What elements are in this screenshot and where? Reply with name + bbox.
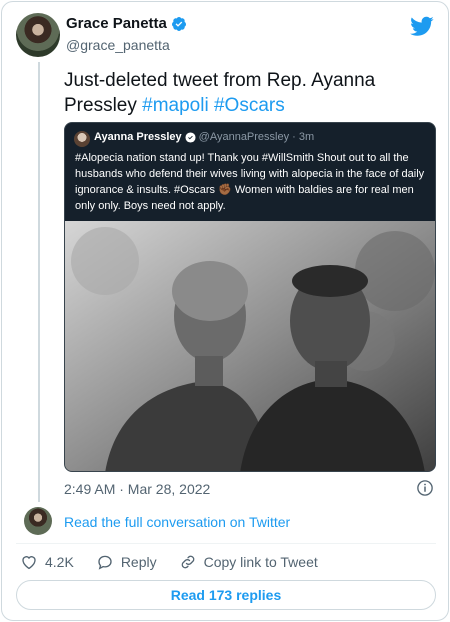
author-name-row: Grace Panetta <box>66 15 187 32</box>
copy-link-button[interactable]: Copy link to Tweet <box>179 553 318 571</box>
reply-bubble-icon <box>98 555 112 570</box>
couple-photo-illustration <box>65 221 435 471</box>
thread-line <box>38 62 40 502</box>
quoted-time: · 3m <box>292 131 315 143</box>
hashtag-oscars[interactable]: #Oscars <box>214 95 285 116</box>
quoted-photo <box>65 221 435 471</box>
quoted-tweet[interactable]: Ayanna Pressley @AyannaPressley · 3m #Al… <box>64 122 436 472</box>
info-icon[interactable] <box>416 479 434 497</box>
tweet-text: Just-deleted tweet from Rep. Ayanna Pres… <box>64 68 434 118</box>
author-display-name[interactable]: Grace Panetta <box>66 15 167 32</box>
read-full-conversation-link[interactable]: Read the full conversation on Twitter <box>64 514 290 530</box>
quoted-verified-icon <box>185 131 196 143</box>
quoted-author-handle: @AyannaPressley <box>198 131 290 143</box>
verified-badge-icon <box>171 16 186 31</box>
read-replies-button[interactable]: Read 173 replies <box>16 580 436 610</box>
quoted-header: Ayanna Pressley @AyannaPressley · 3m <box>94 131 314 143</box>
action-bar: 4.2K Reply Copy link to Tweet <box>20 553 340 571</box>
link-icon <box>181 555 194 569</box>
like-button[interactable]: 4.2K <box>20 553 74 571</box>
quoted-text: #Alopecia nation stand up! Thank you #Wi… <box>75 152 425 212</box>
tweet-card: Grace Panetta @grace_panetta Just-delete… <box>1 1 449 621</box>
twitter-bird-icon[interactable] <box>410 14 434 38</box>
reply-button[interactable]: Reply <box>96 553 157 571</box>
divider <box>16 543 436 544</box>
author-avatar[interactable] <box>16 13 60 57</box>
reply-label: Reply <box>120 554 157 570</box>
author-handle[interactable]: @grace_panetta <box>66 37 170 53</box>
copy-link-label: Copy link to Tweet <box>203 554 318 570</box>
like-count: 4.2K <box>45 554 74 570</box>
hashtag-mapoli[interactable]: #mapoli <box>142 95 209 116</box>
quoted-author-avatar <box>74 131 90 147</box>
quoted-author-name: Ayanna Pressley <box>94 131 182 143</box>
heart-icon <box>22 556 36 570</box>
author-avatar-small[interactable] <box>24 507 52 535</box>
tweet-timestamp[interactable]: 2:49 AM · Mar 28, 2022 <box>64 481 210 497</box>
